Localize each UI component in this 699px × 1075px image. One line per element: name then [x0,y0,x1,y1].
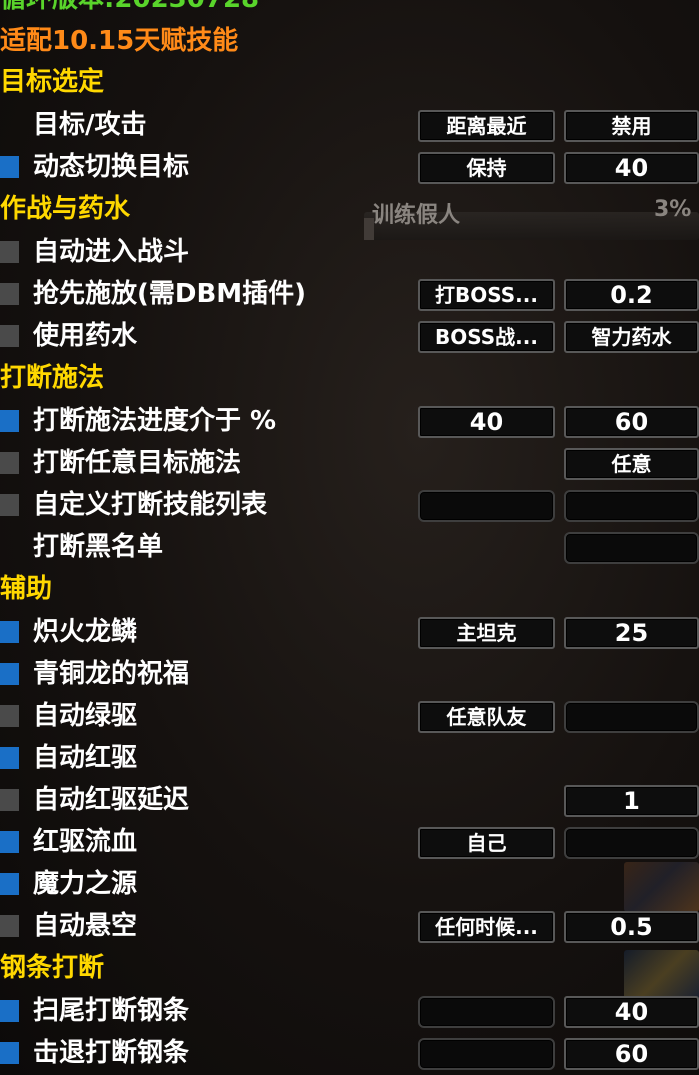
red-bleed-target-dropdown[interactable]: 自己 [418,827,555,859]
dynamic-switch-mode-dropdown[interactable]: 保持 [418,152,555,184]
dynamic-switch-value-input[interactable]: 40 [564,152,699,184]
knockback-checkbox[interactable] [0,1042,19,1064]
precast-label: 抢先施放(需DBM插件) [33,279,307,309]
red-bleed-label: 红驱流血 [33,827,138,857]
auto-green-input[interactable] [564,701,699,733]
use-potion-type-dropdown[interactable]: 智力药水 [564,321,699,353]
section-target-select: 目标选定 [0,67,105,97]
auto-hover-label: 自动悬空 [33,911,138,941]
knockback-value-input[interactable]: 60 [564,1038,699,1070]
tail-swipe-label: 扫尾打断钢条 [33,996,190,1026]
auto-combat-checkbox[interactable] [0,241,19,263]
auto-hover-checkbox[interactable] [0,915,19,937]
red-bleed-input[interactable] [564,827,699,859]
dynamic-switch-checkbox[interactable] [0,156,19,178]
auto-green-target-dropdown[interactable]: 任意队友 [418,701,555,733]
knockback-label: 击退打断钢条 [33,1038,190,1068]
section-bar-interrupt: 钢条打断 [0,953,105,983]
auto-green-checkbox[interactable] [0,705,19,727]
blacklist-input[interactable] [564,532,699,564]
knockback-input[interactable] [418,1038,555,1070]
target-percent: 3% [654,197,692,222]
auto-red-checkbox[interactable] [0,747,19,769]
target-attack-label: 目标/攻击 [33,110,147,140]
use-potion-checkbox[interactable] [0,325,19,347]
target-attack-mode-dropdown[interactable]: 距离最近 [418,110,555,142]
target-attack-switch-dropdown[interactable]: 禁用 [564,110,699,142]
bronze-checkbox[interactable] [0,663,19,685]
tail-swipe-checkbox[interactable] [0,1000,19,1022]
auto-red-label: 自动红驱 [33,743,138,773]
precast-checkbox[interactable] [0,283,19,305]
interrupt-pct-min-input[interactable]: 40 [418,406,555,438]
section-assist: 辅助 [0,574,53,604]
red-bleed-checkbox[interactable] [0,831,19,853]
interrupt-pct-max-input[interactable]: 60 [564,406,699,438]
red-delay-value-input[interactable]: 1 [564,785,699,817]
adapt-text: 适配10.15天赋技能 [0,26,239,56]
interrupt-pct-checkbox[interactable] [0,410,19,432]
spell-icon-background-2 [624,950,699,1002]
version-text: 循环版本:20230728 [0,0,259,14]
section-interrupt: 打断施法 [0,363,105,393]
blacklist-label: 打断黑名单 [33,532,164,562]
bronze-label: 青铜龙的祝福 [33,659,190,689]
scale-target-dropdown[interactable]: 主坦克 [418,617,555,649]
precast-value-input[interactable]: 0.2 [564,279,699,311]
custom-list-checkbox[interactable] [0,494,19,516]
red-delay-checkbox[interactable] [0,789,19,811]
auto-hover-mode-dropdown[interactable]: 任何时候... [418,911,555,943]
tail-swipe-value-input[interactable]: 40 [564,996,699,1028]
custom-list-input-2[interactable] [564,490,699,522]
scale-label: 炽火龙鳞 [33,617,138,647]
auto-green-label: 自动绿驱 [33,701,138,731]
interrupt-any-checkbox[interactable] [0,452,19,474]
tail-swipe-input[interactable] [418,996,555,1028]
precast-mode-dropdown[interactable]: 打BOSS... [418,279,555,311]
custom-list-label: 自定义打断技能列表 [33,490,268,520]
mana-source-label: 魔力之源 [33,869,138,899]
section-combat-potion: 作战与药水 [0,194,131,224]
scale-value-input[interactable]: 25 [564,617,699,649]
auto-combat-label: 自动进入战斗 [33,237,190,267]
spell-icon-background [624,862,699,912]
mana-source-checkbox[interactable] [0,873,19,895]
interrupt-any-label: 打断任意目标施法 [33,448,242,478]
custom-list-input-1[interactable] [418,490,555,522]
dynamic-switch-label: 动态切换目标 [33,152,190,182]
interrupt-pct-label: 打断施法进度介于 % [33,406,277,436]
scale-checkbox[interactable] [0,621,19,643]
use-potion-mode-dropdown[interactable]: BOSS战... [418,321,555,353]
auto-hover-value-input[interactable]: 0.5 [564,911,699,943]
interrupt-any-dropdown[interactable]: 任意 [564,448,699,480]
red-delay-label: 自动红驱延迟 [33,785,190,815]
use-potion-label: 使用药水 [33,321,138,351]
target-name: 训练假人 [372,203,461,228]
